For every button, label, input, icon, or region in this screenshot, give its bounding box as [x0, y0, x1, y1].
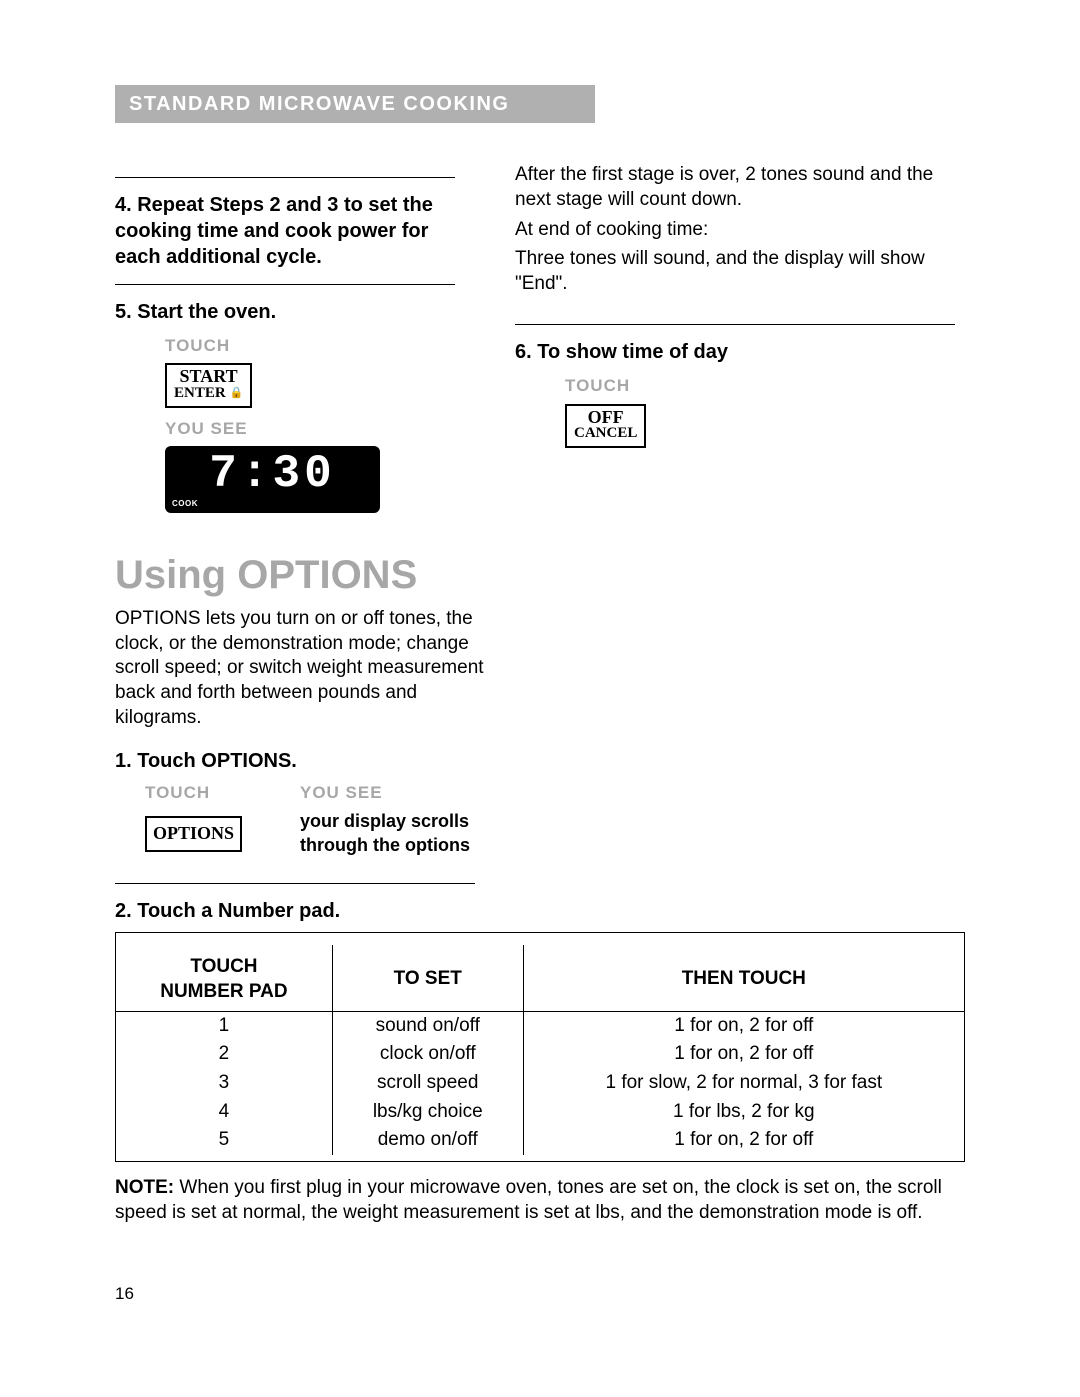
- note-text: NOTE: When you first plug in your microw…: [115, 1176, 965, 1225]
- step-6-heading: 6. To show time of day: [515, 339, 955, 365]
- cell-number: 2: [116, 1040, 332, 1069]
- step-1-heading: 1. Touch OPTIONS.: [115, 748, 965, 774]
- step-2-heading: 2. Touch a Number pad.: [115, 898, 965, 924]
- cell-number: 1: [116, 1011, 332, 1040]
- options-table: TOUCHNUMBER PAD TO SET THEN TOUCH 1sound…: [115, 932, 965, 1162]
- display-time: 7:30: [175, 448, 370, 497]
- options-button: OPTIONS: [145, 816, 242, 851]
- you-see-label: YOU SEE: [300, 782, 540, 804]
- cell-then-touch: 1 for on, 2 for off: [523, 1011, 964, 1040]
- off-cancel-button: OFF CANCEL: [565, 404, 646, 449]
- col-then-touch: THEN TOUCH: [523, 945, 964, 1011]
- cell-to-set: lbs/kg choice: [332, 1098, 523, 1127]
- touch-label: TOUCH: [165, 335, 455, 357]
- cancel-label: CANCEL: [574, 426, 637, 442]
- page-number: 16: [115, 1283, 965, 1305]
- table-row: 1sound on/off1 for on, 2 for off: [116, 1011, 964, 1040]
- table-row: 3scroll speed1 for slow, 2 for normal, 3…: [116, 1069, 964, 1098]
- cell-to-set: scroll speed: [332, 1069, 523, 1098]
- off-label: OFF: [574, 408, 637, 427]
- cell-number: 5: [116, 1126, 332, 1155]
- cell-then-touch: 1 for slow, 2 for normal, 3 for fast: [523, 1069, 964, 1098]
- microwave-display: 7:30 COOK: [165, 446, 380, 513]
- start-label: START: [174, 367, 243, 386]
- touch-label: TOUCH: [565, 375, 955, 397]
- enter-label: ENTER 🔒: [174, 386, 243, 402]
- cell-then-touch: 1 for on, 2 for off: [523, 1126, 964, 1155]
- display-cook-indicator: COOK: [172, 499, 198, 509]
- cell-then-touch: 1 for lbs, 2 for kg: [523, 1098, 964, 1127]
- table-header-row: TOUCHNUMBER PAD TO SET THEN TOUCH: [116, 945, 964, 1011]
- left-column: 4. Repeat Steps 2 and 3 to set the cooki…: [115, 163, 475, 513]
- you-see-label: YOU SEE: [165, 418, 455, 440]
- right-column: After the first stage is over, 2 tones s…: [475, 163, 955, 513]
- table-row: 4lbs/kg choice1 for lbs, 2 for kg: [116, 1098, 964, 1127]
- start-enter-button: START ENTER 🔒: [165, 363, 252, 408]
- stage-over-text: After the first stage is over, 2 tones s…: [515, 163, 955, 212]
- two-column-layout: 4. Repeat Steps 2 and 3 to set the cooki…: [115, 163, 965, 513]
- options-intro: OPTIONS lets you turn on or off tones, t…: [115, 607, 495, 730]
- touch-column: TOUCH OPTIONS: [145, 782, 300, 857]
- divider: [515, 324, 955, 325]
- divider: [115, 284, 455, 285]
- cell-to-set: demo on/off: [332, 1126, 523, 1155]
- touch-label: TOUCH: [145, 782, 300, 804]
- cell-to-set: sound on/off: [332, 1011, 523, 1040]
- divider: [115, 177, 455, 178]
- touch-yousee-row: TOUCH OPTIONS YOU SEE your display scrol…: [145, 782, 965, 857]
- table-row: 5demo on/off1 for on, 2 for off: [116, 1126, 964, 1155]
- col-to-set: TO SET: [332, 945, 523, 1011]
- cell-number: 3: [116, 1069, 332, 1098]
- end-cooking-label: At end of cooking time:: [515, 218, 955, 243]
- step-5-heading: 5. Start the oven.: [115, 299, 455, 325]
- step-4-heading: 4. Repeat Steps 2 and 3 to set the cooki…: [115, 192, 455, 270]
- divider: [115, 883, 475, 884]
- col-touch-number: TOUCHNUMBER PAD: [116, 945, 332, 1011]
- using-options-title: Using OPTIONS: [115, 549, 965, 601]
- cell-number: 4: [116, 1098, 332, 1127]
- you-see-column: YOU SEE your display scrolls through the…: [300, 782, 540, 857]
- table-row: 2clock on/off1 for on, 2 for off: [116, 1040, 964, 1069]
- lock-icon: 🔒: [229, 387, 243, 399]
- cell-to-set: clock on/off: [332, 1040, 523, 1069]
- you-see-text: your display scrolls through the options: [300, 810, 540, 857]
- cell-then-touch: 1 for on, 2 for off: [523, 1040, 964, 1069]
- end-tones-text: Three tones will sound, and the display …: [515, 247, 955, 296]
- section-header: STANDARD MICROWAVE COOKING: [115, 85, 595, 123]
